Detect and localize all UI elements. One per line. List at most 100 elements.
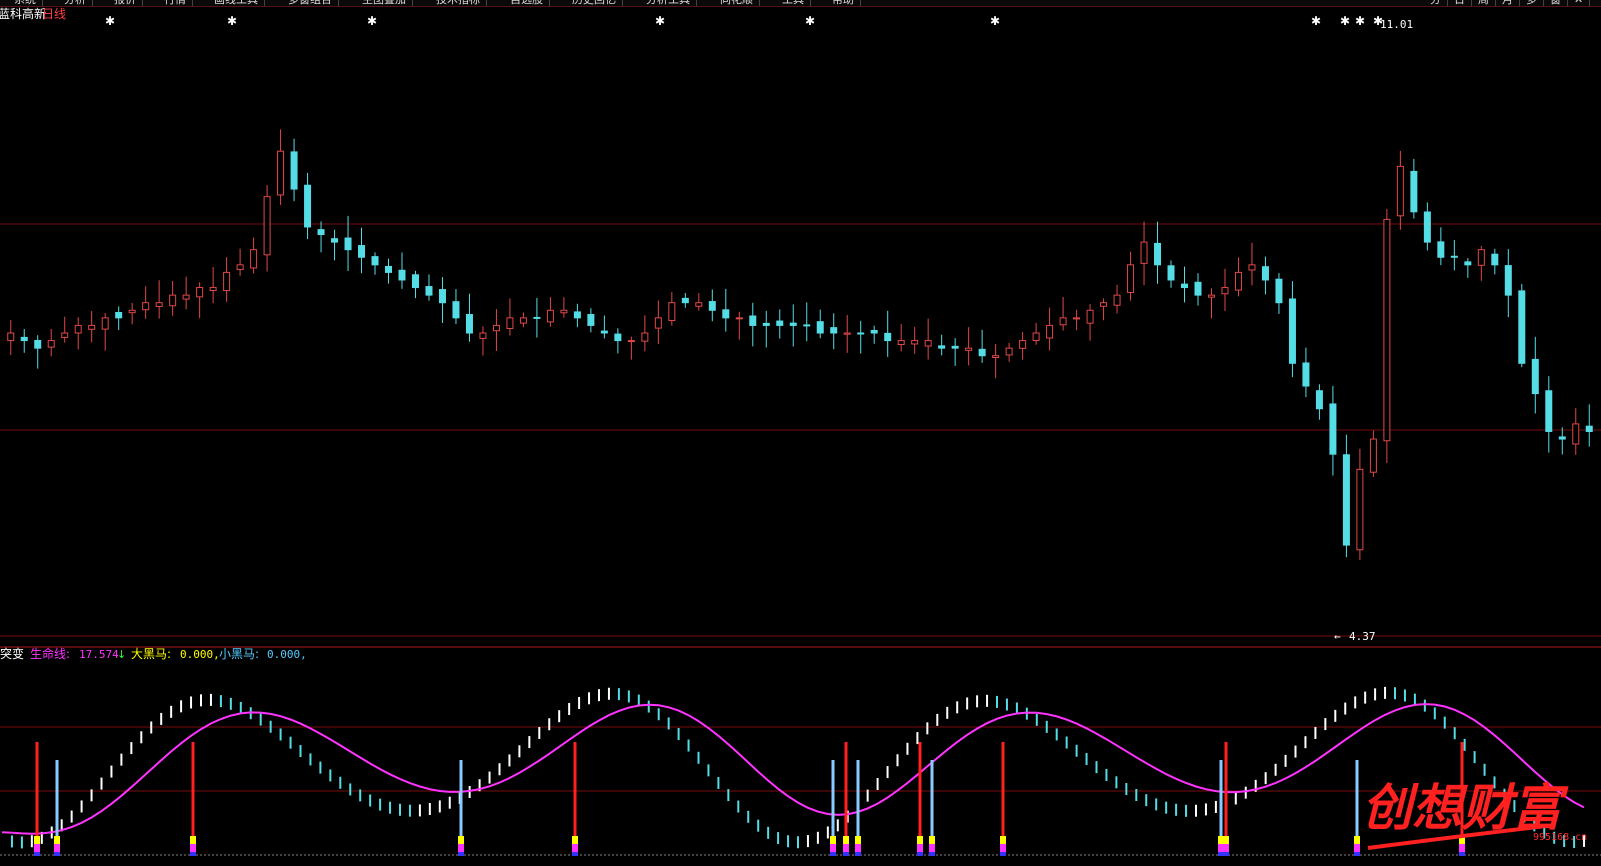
signal-block (855, 852, 861, 856)
candle-body (1558, 436, 1566, 440)
candle-body (223, 271, 231, 292)
candle-body (169, 294, 177, 307)
candle-body (34, 340, 42, 349)
chart-canvas: ✱ ✱ ✱ ✱ ✱ ✱ ✱ ✱ ✱ ✱ 蓝科高新 日线 11.01 4.37 ← 突变 生命线: … (0, 6, 1601, 856)
signal-block (929, 852, 935, 856)
signal-block (190, 844, 196, 852)
candle-body (1261, 266, 1269, 281)
candle-body (61, 332, 69, 338)
indicator-series (1, 686, 1586, 856)
candle-body (1234, 271, 1242, 291)
candle-body (951, 345, 959, 349)
signal-block (1354, 844, 1360, 852)
candle-body (47, 340, 55, 348)
candle-body (1396, 165, 1404, 217)
candle-body (695, 302, 703, 307)
candle-body (182, 294, 190, 300)
candle-body (1545, 390, 1553, 432)
candle-body (465, 314, 473, 334)
candle-body (708, 301, 716, 311)
candle-body (1005, 347, 1013, 356)
candle-body (1207, 294, 1215, 298)
candle-body (681, 297, 689, 304)
candle-body (1181, 283, 1189, 289)
candle-body (668, 302, 676, 321)
signal-block (572, 852, 578, 856)
candle-body (263, 196, 271, 256)
candle-body (789, 322, 797, 326)
candle-body (506, 317, 514, 329)
candle-body (115, 312, 123, 319)
signal-block (54, 852, 60, 856)
candle-body (155, 302, 163, 307)
candle-body (749, 315, 757, 326)
signal-block (1354, 836, 1360, 844)
candle-body (7, 332, 15, 342)
signal-block (843, 852, 849, 856)
signal-block (1223, 844, 1229, 852)
candle-body (344, 237, 352, 251)
big-horse-value: 0.000, (180, 648, 220, 661)
candle-body (1154, 242, 1162, 266)
candle-body (142, 302, 150, 311)
life-line-down-icon: ↓ (117, 648, 126, 661)
event-markers: ✱ ✱ ✱ ✱ ✱ ✱ ✱ ✱ ✱ ✱ (105, 14, 1383, 28)
candle-body (1329, 403, 1337, 455)
period-label: 日线 (42, 7, 66, 21)
candle-body (992, 355, 1000, 358)
candle-body (560, 309, 568, 314)
candle-body (587, 314, 595, 326)
indicator-name: 突变 (0, 646, 24, 661)
event-marker-icon: ✱ (1311, 14, 1321, 28)
candle-body (1531, 358, 1539, 395)
signal-block (572, 836, 578, 844)
event-marker-icon: ✱ (227, 14, 237, 28)
candle-body (1572, 423, 1580, 445)
candle-body (1585, 425, 1593, 432)
candle-body (762, 322, 770, 326)
candle-body (358, 245, 366, 258)
watermark-logo: 创想财富 995168.cn (1362, 779, 1587, 850)
candle-body (1464, 261, 1472, 266)
candle-body (196, 287, 204, 298)
candle-body (1032, 332, 1040, 341)
signal-block (34, 844, 40, 852)
candle-body (1315, 390, 1323, 410)
candle-body (924, 340, 932, 347)
candle-body (600, 330, 608, 334)
candle-body (1019, 340, 1027, 349)
signal-block (34, 836, 40, 844)
candle-body (317, 229, 325, 236)
candle-body (776, 320, 784, 326)
candle-body (209, 287, 217, 292)
candle-body (1127, 264, 1135, 293)
life-line-value: 17.574 (79, 648, 119, 661)
event-marker-icon: ✱ (1355, 14, 1365, 28)
candle-body (398, 269, 406, 281)
signal-block (34, 852, 40, 856)
candle-body (438, 289, 446, 304)
candle-body (938, 345, 946, 349)
candle-body (20, 336, 28, 342)
candle-body (1437, 241, 1445, 258)
candle-body (722, 309, 730, 319)
candle-body (479, 332, 487, 339)
candle-body (1248, 264, 1256, 271)
candle-body (1046, 324, 1054, 339)
candle-body (1504, 265, 1512, 296)
candle-body (1113, 294, 1121, 306)
low-arrow-icon: ← (1334, 630, 1341, 643)
candle-body (519, 317, 527, 324)
candle-body (1221, 287, 1229, 295)
signal-block (929, 836, 935, 844)
candle-body (290, 151, 298, 190)
candle-body (1140, 241, 1148, 264)
candle-body (331, 238, 339, 243)
signal-block (190, 836, 196, 844)
candle-body (1477, 249, 1485, 266)
signal-block (572, 844, 578, 852)
candle-body (614, 333, 622, 342)
signal-block (1223, 852, 1229, 856)
event-marker-icon: ✱ (367, 14, 377, 28)
candle-body (1100, 302, 1108, 307)
